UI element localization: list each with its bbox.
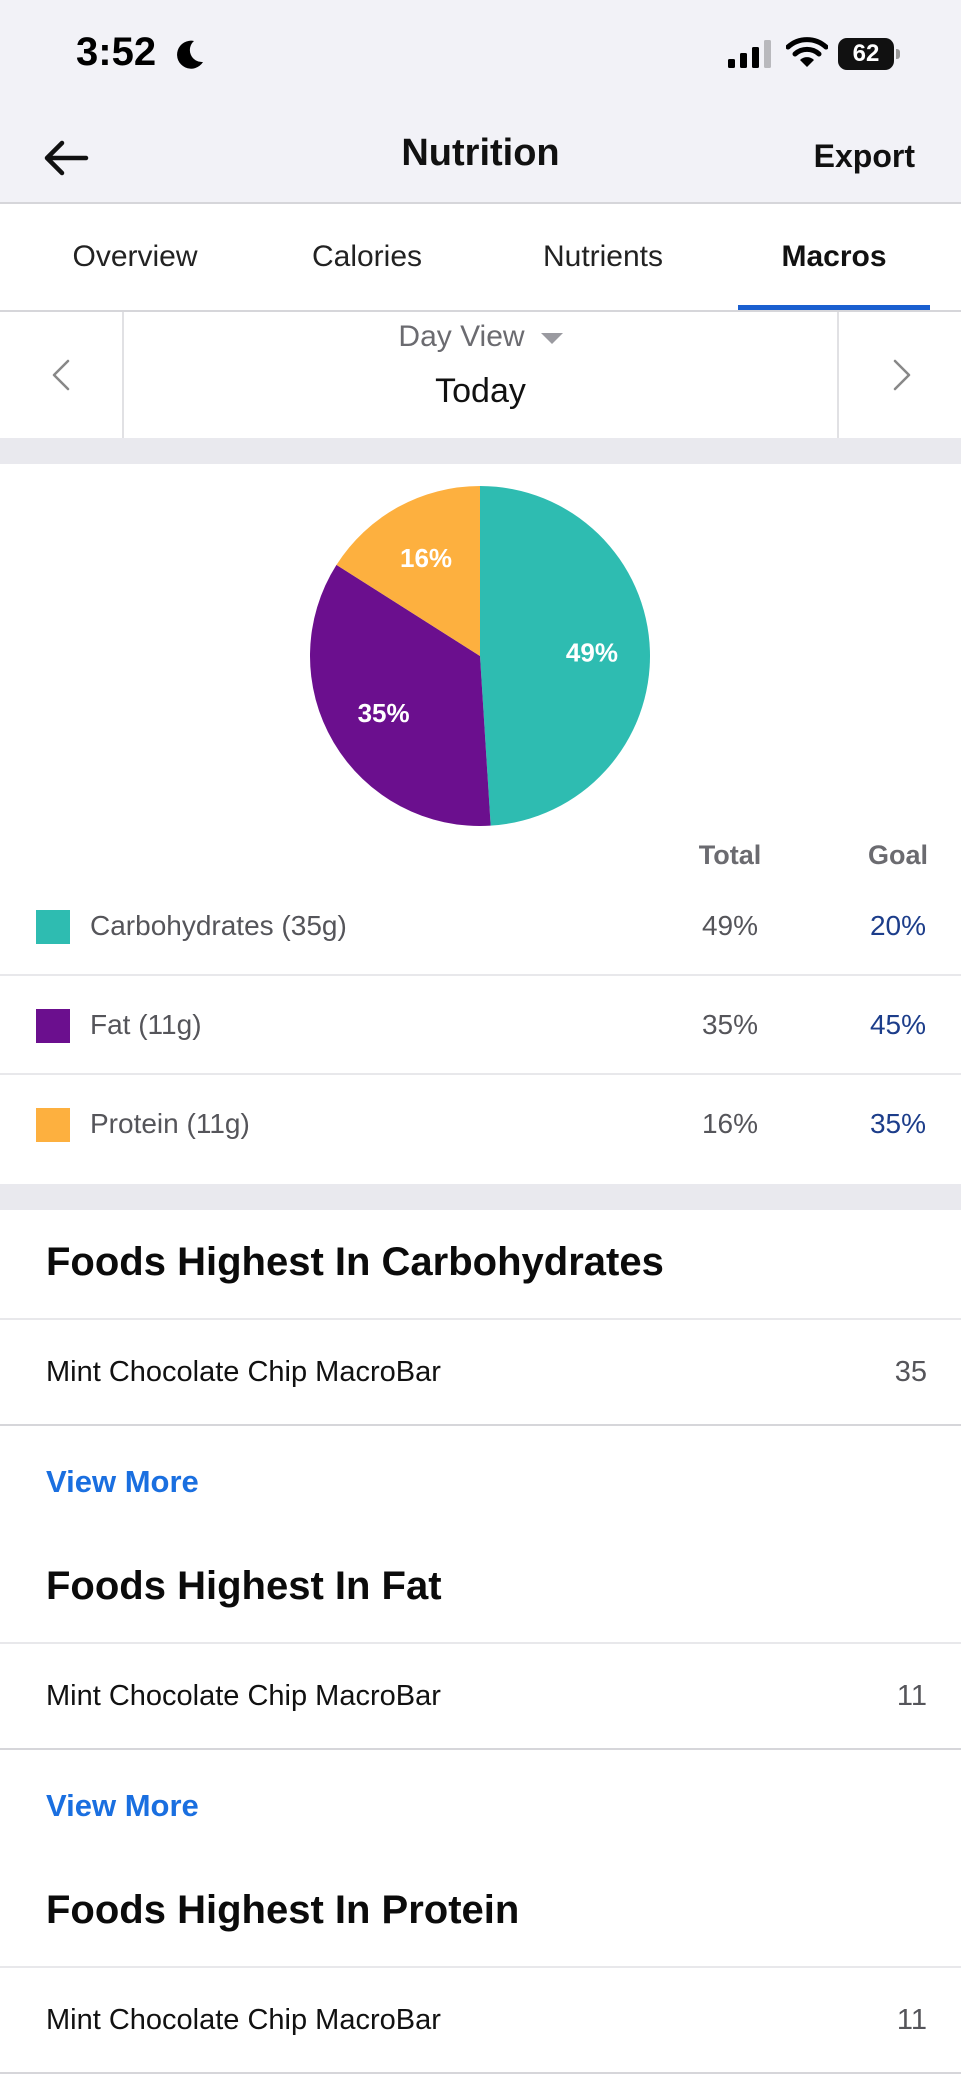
macro-total: 35%: [701, 1009, 759, 1040]
section-divider: [0, 1184, 961, 1210]
food-value: 11: [896, 1680, 927, 1712]
macro-total: 49%: [701, 910, 759, 941]
food-value: 35: [894, 1356, 927, 1388]
total-column-header: Total: [698, 840, 762, 870]
pie-label-fat: 35%: [358, 698, 410, 728]
wifi-icon: [786, 37, 828, 67]
status-bar: 3:52 62: [0, 0, 961, 110]
food-name: Mint Chocolate Chip MacroBar: [46, 2004, 441, 2036]
export-button[interactable]: Export: [814, 138, 915, 175]
moon-icon: [177, 40, 203, 69]
macro-name: Fat (11g): [90, 1009, 202, 1040]
macro-name: Carbohydrates (35g): [90, 910, 347, 941]
macro-total: 16%: [701, 1108, 759, 1139]
day-view-label: Day View: [398, 320, 525, 353]
cellular-signal-icon: [728, 40, 771, 68]
macro-goal: 35%: [869, 1108, 927, 1139]
date-label: Today: [435, 372, 526, 410]
next-day-button[interactable]: [837, 312, 961, 438]
macro-goal: 20%: [869, 910, 927, 941]
tab-overview[interactable]: Overview: [40, 204, 230, 310]
macro-row-fat: Fat (11g) 35% 45%: [0, 977, 961, 1075]
pie-label-carbohydrates: 49%: [566, 637, 618, 667]
goal-column-header: Goal: [867, 840, 928, 870]
navigation-bar: Nutrition Export: [0, 110, 961, 204]
protein-color-swatch: [36, 1108, 70, 1142]
tab-macros[interactable]: Macros: [738, 204, 930, 310]
status-time: 3:52: [76, 30, 157, 74]
battery-level: 62: [852, 40, 880, 67]
view-more-fat-link[interactable]: View More: [46, 1788, 199, 1824]
food-name: Mint Chocolate Chip MacroBar: [46, 1356, 441, 1388]
macros-chart-card: 49% 35% 16% Total Goal Carbohydrates (35g)…: [0, 464, 961, 1184]
macro-name: Protein (11g): [90, 1108, 250, 1139]
chevron-right-icon: [893, 359, 911, 391]
section-title-carbohydrates: Foods Highest In Carbohydrates: [46, 1240, 664, 1284]
section-title-fat: Foods Highest In Fat: [46, 1564, 442, 1608]
section-title-protein: Foods Highest In Protein: [46, 1888, 520, 1932]
battery-icon: 62: [838, 38, 900, 70]
caret-down-icon: [540, 332, 563, 344]
tab-bar: Overview Calories Nutrients Macros: [0, 204, 961, 312]
fat-color-swatch: [36, 1009, 70, 1043]
tab-calories[interactable]: Calories: [272, 204, 462, 310]
macro-goal: 45%: [869, 1009, 927, 1040]
food-name: Mint Chocolate Chip MacroBar: [46, 1680, 441, 1712]
carbohydrates-color-swatch: [36, 910, 70, 944]
view-more-carbohydrates-link[interactable]: View More: [46, 1464, 199, 1500]
day-selector: Day View Today: [0, 312, 961, 438]
foods-highest-list: Foods Highest In Carbohydrates Mint Choc…: [0, 1210, 961, 2080]
macro-row-carbohydrates: Carbohydrates (35g) 49% 20%: [0, 878, 961, 976]
food-row-carbohydrates[interactable]: Mint Chocolate Chip MacroBar 35: [0, 1318, 961, 1426]
food-row-fat[interactable]: Mint Chocolate Chip MacroBar 11: [0, 1642, 961, 1750]
pie-label-protein: 16%: [400, 543, 452, 573]
day-view-dropdown[interactable]: Day View: [0, 320, 961, 354]
active-tab-indicator: [738, 305, 930, 310]
food-value: 11: [896, 2004, 927, 2036]
macro-row-protein: Protein (11g) 16% 35%: [0, 1076, 961, 1174]
section-divider: [0, 438, 961, 464]
food-row-protein[interactable]: Mint Chocolate Chip MacroBar 11: [0, 1966, 961, 2074]
tab-nutrients[interactable]: Nutrients: [508, 204, 698, 310]
macros-pie-chart: 49% 35% 16%: [310, 486, 650, 826]
